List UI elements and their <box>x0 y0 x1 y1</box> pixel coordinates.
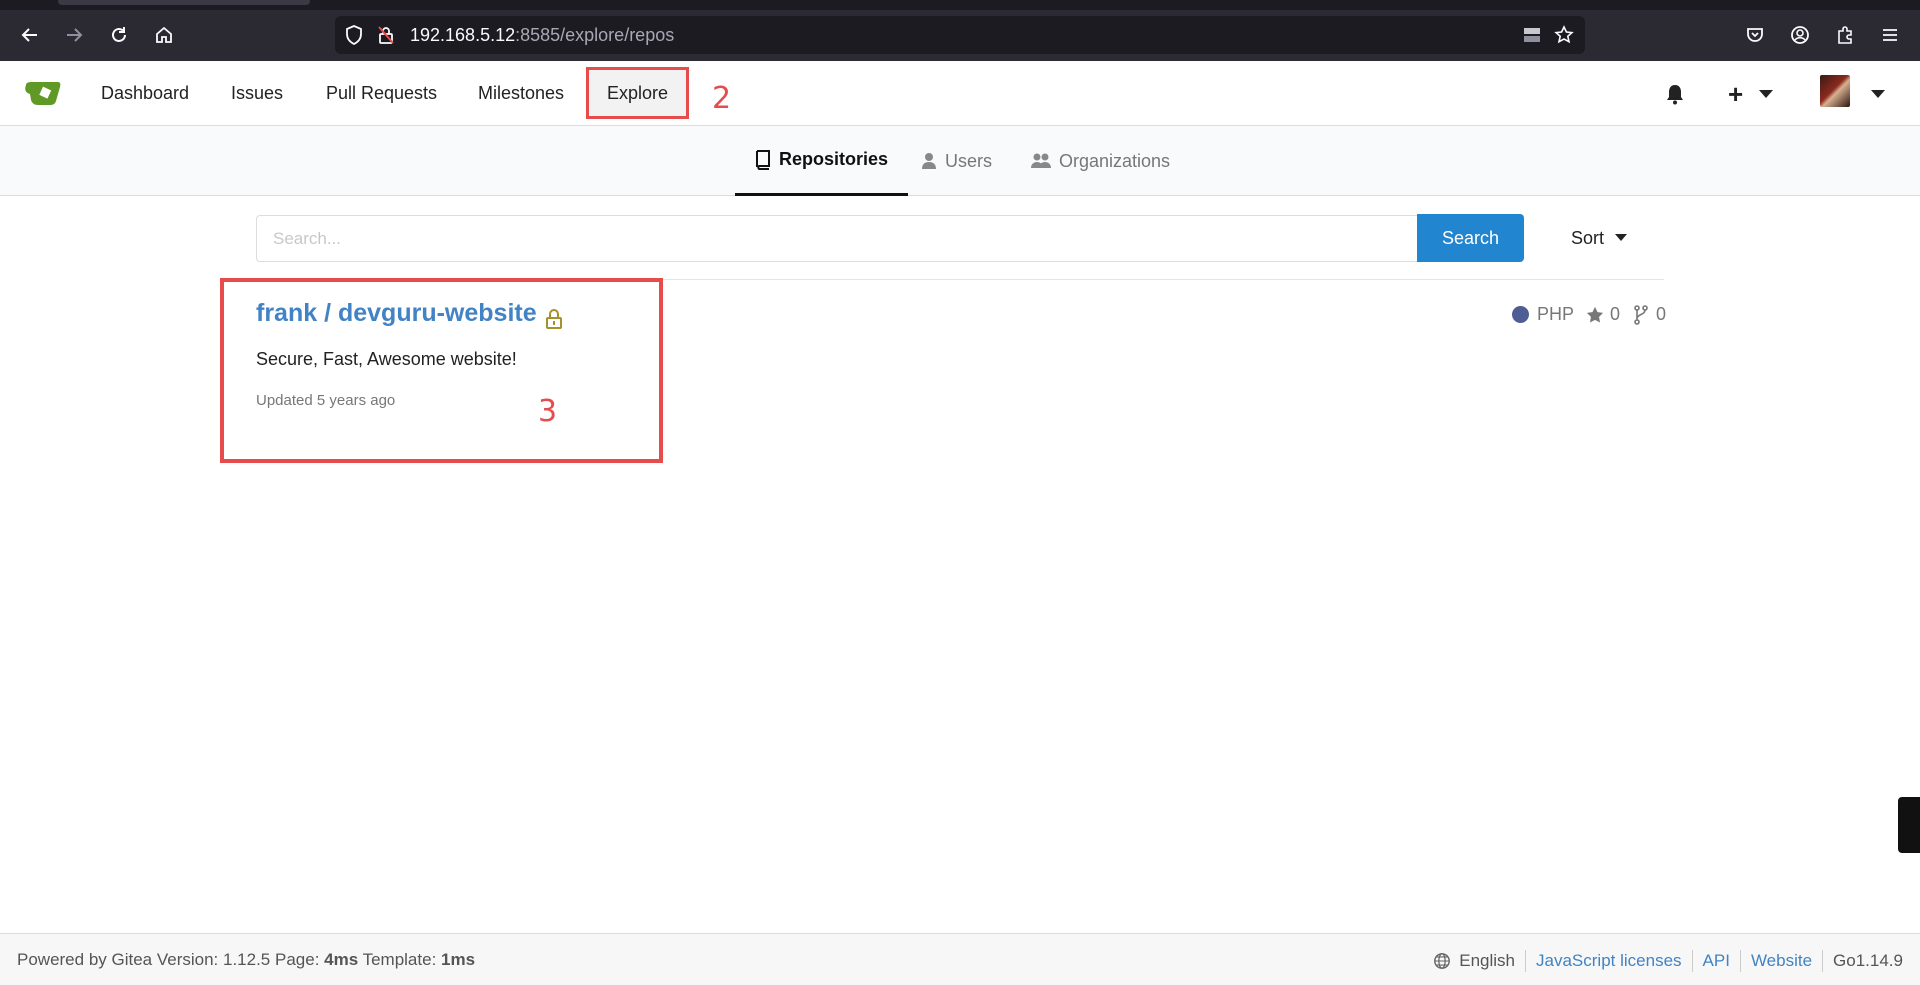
tab-repositories[interactable]: Repositories <box>735 126 909 196</box>
repo-stars-count: 0 <box>1610 304 1621 324</box>
nav-milestones-label: Milestones <box>478 83 565 103</box>
explore-submenu: Repositories Users Organizations <box>0 126 1920 196</box>
reader-view-icon[interactable] <box>1521 24 1543 46</box>
app-header: Dashboard Issues Pull Requests Milestone… <box>0 61 1920 126</box>
sort-caret-icon <box>1615 234 1628 241</box>
repo-updated-value: 5 years ago <box>316 392 396 409</box>
fork-icon <box>1634 304 1648 325</box>
nav-pull-requests-label: Pull Requests <box>326 83 438 103</box>
shield-icon[interactable] <box>343 24 365 46</box>
globe-icon <box>1434 953 1451 969</box>
tab-organizations[interactable]: Organizations <box>1031 126 1170 196</box>
nav-issues[interactable]: Issues <box>231 61 283 126</box>
footer-version-info: Powered by Gitea Version: 1.12.5 Page: 4… <box>17 950 475 970</box>
nav-dashboard-label: Dashboard <box>101 83 190 103</box>
insecure-lock-icon[interactable] <box>375 24 397 46</box>
sort-dropdown[interactable]: Sort <box>1571 228 1628 249</box>
footer-separator <box>1822 950 1824 972</box>
repo-stats: PHP 0 0 <box>1512 304 1666 325</box>
tab-strip <box>0 0 1920 10</box>
user-icon <box>922 153 936 169</box>
pocket-icon[interactable] <box>1740 20 1770 50</box>
website-link[interactable]: Website <box>1751 951 1812 971</box>
back-icon[interactable] <box>15 20 45 50</box>
nav-dashboard[interactable]: Dashboard <box>101 61 189 126</box>
url-host: 192.168.5.12 <box>410 25 516 45</box>
account-icon[interactable] <box>1785 20 1815 50</box>
private-lock-icon <box>546 309 562 329</box>
forward-icon[interactable] <box>59 20 89 50</box>
notification-bell-icon[interactable] <box>1664 83 1686 105</box>
bookmark-star-icon[interactable] <box>1553 24 1575 46</box>
footer-separator <box>1525 950 1527 972</box>
footer-page-time: 4ms <box>324 950 359 969</box>
repo-description: Secure, Fast, Awesome website! <box>256 349 517 369</box>
repo-updated-time: Updated 5 years ago <box>256 392 395 409</box>
search-input[interactable] <box>256 215 1418 262</box>
url-bar[interactable]: 192.168.5.12:8585/explore/repos <box>335 16 1585 54</box>
user-dropdown-caret-icon[interactable] <box>1871 90 1885 98</box>
annotation-number-3: 3 <box>538 394 558 429</box>
nav-pull-requests[interactable]: Pull Requests <box>326 61 437 126</box>
gitea-logo-icon[interactable] <box>24 79 64 107</box>
create-dropdown-caret-icon[interactable] <box>1759 90 1773 98</box>
repo-title-link[interactable]: frank / devguru-website <box>256 299 537 328</box>
footer-powered-by: Powered by Gitea Version: 1.12.5 Page: <box>17 950 325 969</box>
footer-separator <box>1691 950 1693 972</box>
reload-icon[interactable] <box>104 20 134 50</box>
repo-forks-count: 0 <box>1656 304 1667 324</box>
footer-separator <box>1739 950 1741 972</box>
footer: Powered by Gitea Version: 1.12.5 Page: 4… <box>0 933 1920 985</box>
browser-chrome: 192.168.5.12:8585/explore/repos <box>0 0 1920 61</box>
search-button[interactable]: Search <box>1417 214 1524 262</box>
annotation-number-2: 2 <box>712 81 732 116</box>
tab-users[interactable]: Users <box>921 126 992 196</box>
language-selector[interactable]: English <box>1433 951 1515 971</box>
footer-links: English JavaScript licenses API Website … <box>1433 950 1903 972</box>
nav-explore-label: Explore <box>606 82 669 103</box>
star-icon <box>1586 306 1604 322</box>
repo-book-icon <box>756 149 770 170</box>
footer-template-time: 1ms <box>441 950 476 969</box>
repo-language: PHP <box>1537 304 1575 324</box>
sort-label: Sort <box>1571 228 1605 248</box>
browser-tab[interactable] <box>58 0 310 5</box>
language-color-dot <box>1512 306 1529 323</box>
nav-explore[interactable]: Explore <box>586 67 689 119</box>
go-version: Go1.14.9 <box>1833 951 1903 970</box>
tab-organizations-label: Organizations <box>1059 150 1171 171</box>
url-path: :8585/explore/repos <box>515 25 675 45</box>
user-avatar[interactable] <box>1820 75 1850 107</box>
home-icon[interactable] <box>149 20 179 50</box>
menu-icon[interactable] <box>1875 20 1905 50</box>
tab-repositories-label: Repositories <box>779 149 889 169</box>
url-text[interactable]: 192.168.5.12:8585/explore/repos <box>410 25 674 46</box>
nav-issues-label: Issues <box>231 83 284 103</box>
side-floating-widget[interactable] <box>1898 797 1920 853</box>
api-link[interactable]: API <box>1703 951 1730 971</box>
footer-template-label: Template: <box>358 950 442 969</box>
repo-updated-prefix: Updated <box>256 392 317 409</box>
tab-users-label: Users <box>945 150 993 171</box>
nav-milestones[interactable]: Milestones <box>478 61 564 126</box>
organization-icon <box>1031 153 1051 168</box>
javascript-licenses-link[interactable]: JavaScript licenses <box>1536 951 1682 971</box>
extensions-icon[interactable] <box>1830 20 1860 50</box>
create-new-plus-icon[interactable]: + <box>1728 79 1743 110</box>
language-label: English <box>1459 951 1516 970</box>
